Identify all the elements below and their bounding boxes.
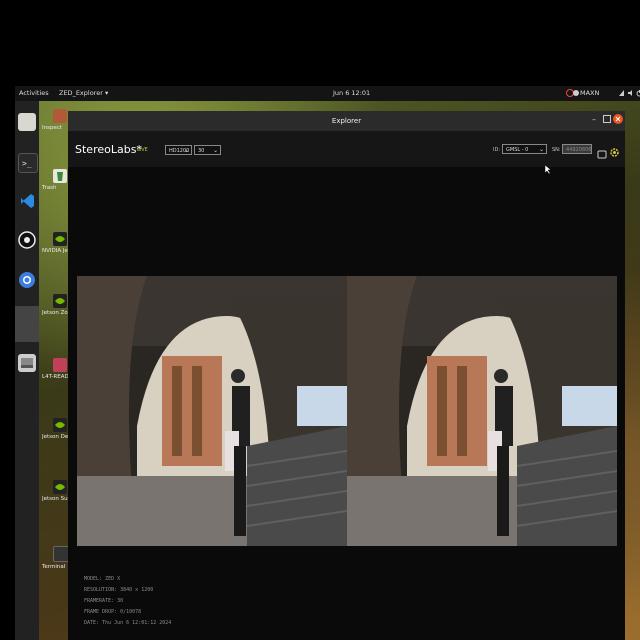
top-panel: Activities ZED_Explorer ▾ Jun 6 12:01 MA… [15, 86, 640, 101]
dock: >_ [15, 101, 39, 640]
inspect-icon [53, 109, 67, 123]
chevron-down-icon: ⌄ [183, 147, 189, 154]
stereo-video-feed [77, 276, 617, 546]
left-camera-view [77, 276, 347, 546]
brand-logo: StereoLabs* [75, 143, 142, 156]
chevron-down-icon: ⌄ [212, 147, 218, 154]
camera-id-select[interactable]: GMSL - 0 ⌄ [502, 144, 547, 154]
vscode-icon[interactable] [18, 192, 36, 210]
minimize-icon[interactable]: – [592, 115, 596, 124]
id-label: ID: [493, 147, 501, 153]
sn-label: SN: [552, 147, 561, 153]
mouse-cursor [544, 159, 552, 178]
clock[interactable]: Jun 6 12:01 [333, 89, 370, 97]
chevron-down-icon: ⌄ [538, 146, 544, 153]
power-mode-indicator[interactable]: MAXN [573, 89, 600, 97]
volume-icon[interactable] [627, 89, 634, 99]
power-mode-label: MAXN [580, 89, 600, 97]
live-badge: LIVE [137, 147, 148, 153]
network-icon[interactable] [618, 89, 625, 99]
info-resolution: RESOLUTION: 3840 x 1200 [84, 587, 154, 593]
obs-icon[interactable] [18, 231, 36, 249]
info-model: MODEL: ZED X [84, 576, 121, 582]
nvidia-logo-icon [53, 480, 67, 494]
camera-info-panel: MODEL: ZED X RESOLUTION: 3840 x 1200 FRA… [84, 574, 171, 629]
trash-icon [53, 169, 67, 183]
nvidia-logo-icon [53, 232, 67, 246]
close-button[interactable] [613, 114, 623, 124]
nvidia-logo-icon [53, 294, 67, 308]
svg-text:>_: >_ [22, 159, 32, 168]
resolution-select[interactable]: HD1200 ⌄ [165, 145, 192, 155]
serial-number-field: 44920806 [562, 144, 592, 154]
window-title: Explorer [331, 117, 362, 125]
disks-icon[interactable] [18, 354, 36, 372]
screenshot-icon[interactable] [597, 144, 607, 163]
explorer-toolbar: StereoLabs* LIVE HD1200 ⌄ 30 ⌄ ID: GMSL … [68, 131, 625, 175]
terminal-icon [53, 546, 69, 562]
files-icon[interactable] [18, 113, 36, 131]
app-menu[interactable]: ZED_Explorer ▾ [59, 89, 108, 97]
maximize-icon[interactable] [603, 115, 611, 123]
activities-button[interactable]: Activities [19, 89, 49, 97]
power-icon[interactable] [636, 89, 640, 99]
zed-explorer-dock-item[interactable] [15, 306, 39, 342]
window-titlebar[interactable]: Explorer – [68, 111, 625, 131]
gear-icon[interactable] [609, 143, 620, 162]
info-framerate: FRAMERATE: 30 [84, 598, 124, 604]
info-frame-drop: FRAME DROP: 0/10078 [84, 609, 142, 615]
nvidia-logo-icon [53, 418, 67, 432]
folder-icon [53, 358, 67, 372]
fps-select[interactable]: 30 ⌄ [194, 145, 221, 155]
right-camera-view [347, 276, 617, 546]
info-date: DATE: Thu Jun 6 12:01:12 2024 [84, 620, 172, 626]
chromium-icon[interactable] [18, 271, 36, 289]
terminal-icon[interactable]: >_ [18, 153, 38, 173]
